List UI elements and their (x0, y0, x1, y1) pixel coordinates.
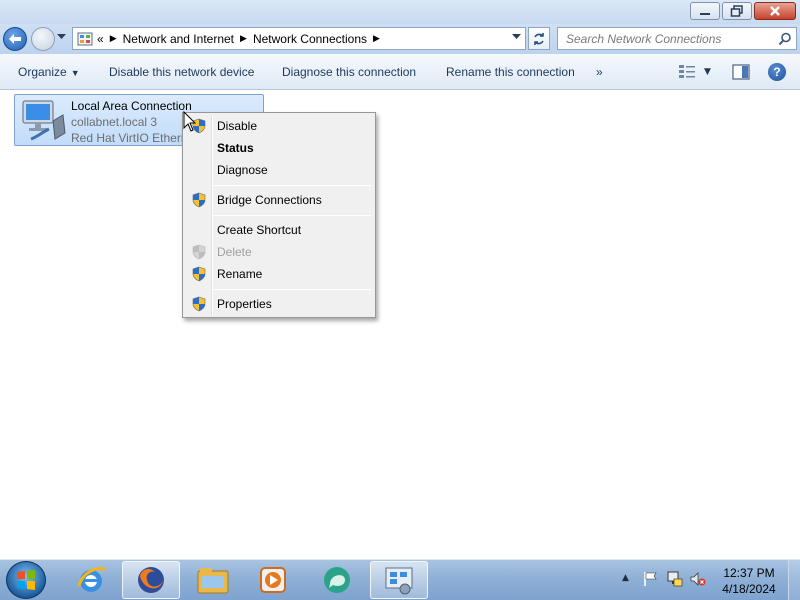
windows-logo-icon (17, 570, 35, 590)
breadcrumb-network-connections[interactable]: Network Connections (253, 32, 367, 46)
taskbar-media-player[interactable] (244, 561, 302, 599)
close-icon (770, 6, 780, 16)
search-box[interactable] (557, 27, 797, 50)
connection-network: collabnet.local 3 (71, 115, 158, 129)
menu-separator (213, 215, 371, 216)
breadcrumb-separator-icon[interactable]: ▶ (373, 33, 380, 44)
menu-item-label: Properties (217, 297, 272, 311)
title-bar (0, 0, 800, 24)
taskbar: ▲ 12:37 PM 4/18/2024 (0, 559, 800, 600)
messenger-icon (324, 567, 350, 593)
menu-item-bridge-connections[interactable]: Bridge Connections (185, 189, 373, 211)
clock-date: 4/18/2024 (722, 582, 776, 596)
address-history-chevron-down-icon[interactable] (512, 34, 521, 40)
address-row: « ▶ Network and Internet ▶ Network Conne… (0, 24, 800, 54)
refresh-icon (534, 32, 544, 45)
search-icon[interactable] (778, 32, 792, 46)
breadcrumb-network-and-internet[interactable]: Network and Internet (123, 32, 234, 46)
menu-item-label: Rename (217, 267, 263, 281)
taskbar-internet-explorer[interactable] (62, 561, 120, 599)
view-options-chevron-down-icon[interactable]: ▼ (704, 67, 711, 77)
uac-shield-icon (191, 192, 207, 211)
menu-item-label: Delete (217, 245, 252, 259)
search-input[interactable] (566, 31, 766, 46)
breadcrumb-overflow[interactable]: « (97, 32, 104, 46)
diagnose-connection-button[interactable]: Diagnose this connection (282, 65, 416, 79)
change-view-icon[interactable] (678, 64, 696, 80)
taskbar-windows-explorer[interactable] (184, 561, 242, 599)
help-icon[interactable]: ? (768, 63, 786, 81)
menu-item-label: Status (217, 141, 254, 155)
media-player-icon (260, 567, 286, 593)
uac-shield-icon (191, 296, 207, 315)
minimize-button[interactable] (690, 2, 720, 20)
rename-connection-button[interactable]: Rename this connection (446, 65, 575, 79)
address-bar[interactable]: « ▶ Network and Internet ▶ Network Conne… (72, 27, 526, 50)
action-center-flag-icon[interactable] (643, 571, 659, 587)
close-button[interactable] (754, 2, 796, 20)
show-desktop-button[interactable] (788, 560, 800, 600)
breadcrumb-separator-icon[interactable]: ▶ (110, 33, 117, 44)
menu-item-disable[interactable]: Disable (185, 115, 373, 137)
internet-explorer-icon (77, 567, 107, 592)
mouse-cursor-icon (183, 111, 197, 132)
back-button[interactable] (3, 27, 27, 51)
context-menu: Disable Status Diagnose Bridge Connectio… (182, 112, 376, 318)
more-commands-button[interactable]: » (596, 65, 603, 79)
taskbar-network-connections[interactable] (370, 561, 428, 599)
restore-icon (730, 5, 743, 17)
chevron-down-icon: ▼ (70, 68, 80, 78)
command-bar: Organize ▼ Disable this network device Di… (0, 54, 800, 90)
menu-item-label: Disable (217, 119, 258, 133)
window-controls (690, 2, 796, 20)
menu-item-label: Bridge Connections (217, 193, 322, 207)
uac-shield-disabled-icon (191, 244, 207, 263)
minimize-icon (700, 13, 710, 15)
connections-list: Local Area Connection collabnet.local 3 … (0, 91, 800, 559)
show-hidden-icons-button[interactable]: ▲ (622, 573, 629, 583)
menu-item-properties[interactable]: Properties (185, 293, 373, 315)
organize-button[interactable]: Organize ▼ (18, 65, 80, 79)
back-arrow-icon (9, 34, 21, 44)
uac-shield-icon (191, 266, 207, 285)
menu-item-label: Create Shortcut (217, 223, 302, 237)
maximize-button[interactable] (722, 2, 752, 20)
taskbar-firefox[interactable] (122, 561, 180, 599)
firefox-icon (138, 567, 164, 593)
network-tray-icon[interactable] (667, 571, 683, 587)
connection-name: Local Area Connection (71, 99, 192, 113)
network-connections-icon (385, 567, 413, 595)
recent-pages-chevron-down-icon[interactable] (57, 34, 66, 40)
windows-explorer-icon (197, 568, 229, 594)
breadcrumb: « ▶ Network and Internet ▶ Network Conne… (97, 32, 386, 46)
organize-label: Organize (18, 65, 67, 79)
start-button[interactable] (6, 561, 46, 599)
clock-time: 12:37 PM (723, 566, 775, 580)
system-clock[interactable]: 12:37 PM 4/18/2024 (716, 565, 782, 597)
menu-item-create-shortcut[interactable]: Create Shortcut (185, 219, 373, 241)
menu-item-label: Diagnose (217, 163, 268, 177)
menu-item-diagnose[interactable]: Diagnose (185, 159, 373, 181)
menu-separator (213, 185, 371, 186)
network-adapter-icon (22, 100, 66, 141)
control-panel-icon (77, 32, 93, 45)
taskbar-messenger[interactable] (308, 561, 366, 599)
breadcrumb-separator-icon[interactable]: ▶ (240, 33, 247, 44)
menu-item-rename[interactable]: Rename (185, 263, 373, 285)
disable-device-button[interactable]: Disable this network device (109, 65, 254, 79)
volume-muted-icon[interactable] (690, 571, 706, 587)
menu-item-delete: Delete (185, 241, 373, 263)
preview-pane-icon[interactable] (732, 64, 750, 80)
forward-button[interactable] (31, 27, 55, 51)
menu-separator (213, 289, 371, 290)
menu-item-status[interactable]: Status (185, 137, 373, 159)
refresh-button[interactable] (528, 27, 550, 50)
connection-adapter: Red Hat VirtIO Ethernet Adapter (71, 131, 185, 145)
